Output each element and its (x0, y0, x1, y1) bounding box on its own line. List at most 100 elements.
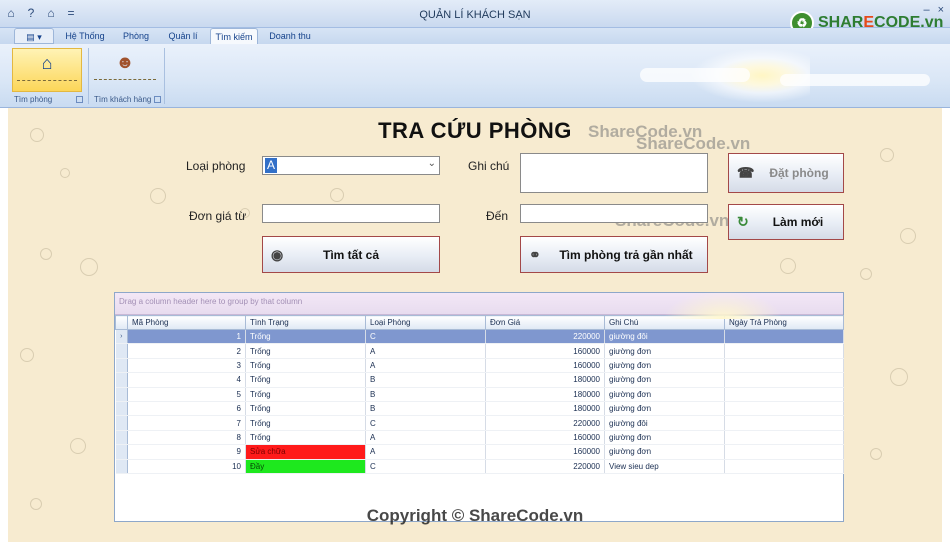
ma-phong-cell[interactable]: 7 (127, 415, 246, 431)
row-indicator[interactable] (115, 430, 128, 446)
ma-phong-cell[interactable]: 4 (127, 372, 246, 388)
row-indicator[interactable] (115, 415, 128, 431)
tinh-trang-cell[interactable]: Trống (245, 387, 366, 402)
ma-phong-cell[interactable]: 1 (127, 329, 246, 345)
table-row[interactable]: 7 Trống C 220000 giường đôi (115, 415, 844, 431)
row-indicator[interactable] (115, 401, 128, 417)
loai-phong-combobox[interactable]: A ⌄ (262, 156, 440, 175)
column-header-don-gia[interactable]: Đơn Giá (485, 315, 605, 330)
ghi-chu-cell[interactable]: giường đơn (604, 444, 725, 460)
rooms-grid[interactable]: Drag a column header here to group by th… (114, 291, 844, 522)
don-gia-cell[interactable]: 220000 (485, 415, 605, 431)
group-panel[interactable]: Drag a column header here to group by th… (115, 291, 843, 319)
tinh-trang-cell[interactable]: Trống (245, 358, 366, 374)
loai-phong-cell[interactable]: B (365, 401, 486, 417)
loai-phong-cell[interactable]: A (365, 430, 486, 446)
loai-phong-cell[interactable]: C (365, 329, 486, 345)
tab-quan-li[interactable]: Quản lí (162, 28, 204, 44)
den-field[interactable] (520, 204, 708, 223)
ghi-chu-cell[interactable]: View sieu dep (604, 459, 725, 474)
tinh-trang-cell[interactable]: Trống (245, 415, 366, 431)
ma-phong-cell[interactable]: 10 (127, 459, 246, 474)
tinh-trang-cell[interactable]: Đầy (245, 459, 366, 474)
tinh-trang-cell[interactable]: Trống (245, 329, 366, 345)
column-header-ma-phong[interactable]: Mã Phòng (127, 315, 246, 330)
table-row[interactable]: 5 Trống B 180000 giường đơn (115, 387, 844, 402)
ghi-chu-cell[interactable]: giường đôi (604, 329, 725, 345)
tab-he-thong[interactable]: Hệ Thống (60, 28, 110, 44)
row-indicator[interactable] (115, 387, 128, 402)
ngay-tra-phong-cell[interactable] (724, 401, 844, 417)
row-indicator[interactable] (115, 343, 128, 359)
loai-phong-cell[interactable]: B (365, 372, 486, 388)
don-gia-cell[interactable]: 160000 (485, 358, 605, 374)
tinh-trang-cell[interactable]: Trống (245, 401, 366, 417)
ngay-tra-phong-cell[interactable] (724, 372, 844, 388)
don-gia-cell[interactable]: 160000 (485, 343, 605, 359)
row-indicator[interactable] (115, 372, 128, 388)
tinh-trang-cell[interactable]: Sửa chữa (245, 444, 366, 460)
ngay-tra-phong-cell[interactable] (724, 387, 844, 402)
don-gia-cell[interactable]: 220000 (485, 329, 605, 345)
ghi-chu-field[interactable] (520, 153, 708, 193)
table-row[interactable]: › 1 Trống C 220000 giường đôi (115, 329, 844, 345)
don-gia-cell[interactable]: 180000 (485, 401, 605, 417)
tab-phong[interactable]: Phòng (116, 28, 156, 44)
row-indicator[interactable] (115, 358, 128, 374)
tim-phong-tra-gan-nhat-button[interactable]: ⚭ Tìm phòng trả gần nhất (520, 236, 708, 273)
loai-phong-cell[interactable]: A (365, 343, 486, 359)
ngay-tra-phong-cell[interactable] (724, 459, 844, 474)
don-gia-cell[interactable]: 220000 (485, 459, 605, 474)
ghi-chu-cell[interactable]: giường đơn (604, 358, 725, 374)
ghi-chu-cell[interactable]: giường đơn (604, 343, 725, 359)
tim-tat-ca-button[interactable]: ◉ Tìm tất cả (262, 236, 440, 273)
table-row[interactable]: 10 Đầy C 220000 View sieu dep (115, 459, 844, 474)
ma-phong-cell[interactable]: 3 (127, 358, 246, 374)
tinh-trang-cell[interactable]: Trống (245, 372, 366, 388)
column-header-loai-phong[interactable]: Loại Phòng (365, 315, 486, 330)
ngay-tra-phong-cell[interactable] (724, 329, 844, 345)
loai-phong-cell[interactable]: A (365, 444, 486, 460)
lam-moi-button[interactable]: ↻ Làm mới (728, 204, 844, 240)
dialog-launcher-icon[interactable] (76, 96, 83, 103)
don-gia-cell[interactable]: 180000 (485, 387, 605, 402)
dialog-launcher-icon[interactable] (154, 96, 161, 103)
table-row[interactable]: 6 Trống B 180000 giường đơn (115, 401, 844, 417)
tinh-trang-cell[interactable]: Trống (245, 343, 366, 359)
column-header-tinh-trang[interactable]: Tình Trạng (245, 315, 366, 330)
don-gia-cell[interactable]: 160000 (485, 430, 605, 446)
ngay-tra-phong-cell[interactable] (724, 444, 844, 460)
row-indicator[interactable] (115, 444, 128, 460)
tab-tim-kiem[interactable]: Tìm kiếm (210, 28, 258, 44)
don-gia-cell[interactable]: 160000 (485, 444, 605, 460)
row-indicator[interactable]: › (115, 329, 128, 345)
ghi-chu-cell[interactable]: giường đôi (604, 415, 725, 431)
tim-khach-hang-ribbon-button[interactable]: ☻ (90, 48, 160, 92)
ma-phong-cell[interactable]: 5 (127, 387, 246, 402)
ma-phong-cell[interactable]: 2 (127, 343, 246, 359)
table-row[interactable]: 2 Trống A 160000 giường đơn (115, 343, 844, 359)
ghi-chu-cell[interactable]: giường đơn (604, 430, 725, 446)
ngay-tra-phong-cell[interactable] (724, 430, 844, 446)
ma-phong-cell[interactable]: 6 (127, 401, 246, 417)
ghi-chu-cell[interactable]: giường đơn (604, 372, 725, 388)
dat-phong-button[interactable]: ☎ Đặt phòng (728, 153, 844, 193)
loai-phong-cell[interactable]: C (365, 415, 486, 431)
ma-phong-cell[interactable]: 8 (127, 430, 246, 446)
don-gia-tu-field[interactable] (262, 204, 440, 223)
ngay-tra-phong-cell[interactable] (724, 415, 844, 431)
loai-phong-cell[interactable]: A (365, 358, 486, 374)
loai-phong-cell[interactable]: C (365, 459, 486, 474)
don-gia-cell[interactable]: 180000 (485, 372, 605, 388)
ngay-tra-phong-cell[interactable] (724, 358, 844, 374)
tim-phong-ribbon-button[interactable]: ⌂ (12, 48, 82, 92)
ghi-chu-cell[interactable]: giường đơn (604, 387, 725, 402)
table-row[interactable]: 4 Trống B 180000 giường đơn (115, 372, 844, 388)
tab-doanh-thu[interactable]: Doanh thu (262, 28, 318, 44)
row-indicator[interactable] (115, 459, 128, 474)
ngay-tra-phong-cell[interactable] (724, 343, 844, 359)
tinh-trang-cell[interactable]: Trống (245, 430, 366, 446)
ma-phong-cell[interactable]: 9 (127, 444, 246, 460)
table-row[interactable]: 8 Trống A 160000 giường đơn (115, 430, 844, 446)
table-row[interactable]: 9 Sửa chữa A 160000 giường đơn (115, 444, 844, 460)
